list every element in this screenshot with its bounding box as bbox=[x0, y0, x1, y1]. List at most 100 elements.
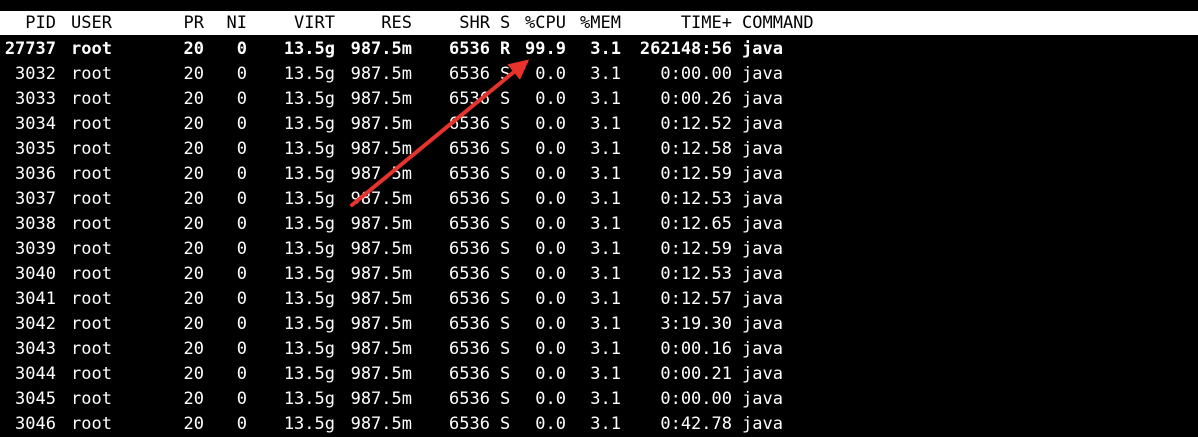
process-pid: 3041 bbox=[15, 289, 56, 309]
process-user: root bbox=[71, 164, 112, 184]
process-row[interactable]: 3035 root 20 0 13.5g 987.5m 6536 S 0.0 3.1 0:12.58… bbox=[0, 137, 1198, 162]
process-s: S bbox=[500, 189, 511, 209]
process-s: S bbox=[500, 239, 511, 259]
process-pid: 3034 bbox=[15, 114, 56, 134]
process-shr: 6536 bbox=[449, 389, 490, 409]
process-time: 0:12.53 bbox=[660, 264, 732, 284]
process-pr: 20 bbox=[183, 414, 204, 434]
process-shr: 6536 bbox=[449, 239, 490, 259]
process-cpu: 0.0 bbox=[535, 239, 566, 259]
process-command: java bbox=[742, 264, 783, 284]
header-pid[interactable]: PID bbox=[0, 11, 56, 35]
process-pid: 3037 bbox=[15, 189, 56, 209]
header-res[interactable]: RES bbox=[343, 11, 412, 35]
process-mem: 3.1 bbox=[590, 39, 621, 59]
process-shr: 6536 bbox=[449, 164, 490, 184]
header-command[interactable]: COMMAND bbox=[742, 11, 832, 35]
process-row[interactable]: 3044 root 20 0 13.5g 987.5m 6536 S 0.0 3.1 0:00.21… bbox=[0, 362, 1198, 387]
process-time: 0:00.16 bbox=[660, 339, 732, 359]
process-user: root bbox=[71, 314, 112, 334]
process-mem: 3.1 bbox=[590, 89, 621, 109]
process-command: java bbox=[742, 389, 783, 409]
process-command: java bbox=[742, 214, 783, 234]
process-row[interactable]: 3036 root 20 0 13.5g 987.5m 6536 S 0.0 3.1 0:12.59… bbox=[0, 162, 1198, 187]
process-ni: 0 bbox=[236, 339, 247, 359]
process-time: 262148:56 bbox=[639, 39, 732, 59]
process-s: S bbox=[500, 139, 511, 159]
process-mem: 3.1 bbox=[590, 289, 621, 309]
process-user: root bbox=[71, 339, 112, 359]
process-s: S bbox=[500, 164, 511, 184]
process-row[interactable]: 3041 root 20 0 13.5g 987.5m 6536 S 0.0 3.1 0:12.57… bbox=[0, 287, 1198, 312]
process-pid: 3032 bbox=[15, 64, 56, 84]
process-time: 0:12.58 bbox=[660, 139, 732, 159]
process-row[interactable]: 3039 root 20 0 13.5g 987.5m 6536 S 0.0 3.1 0:12.59… bbox=[0, 237, 1198, 262]
process-row[interactable]: 3046 root 20 0 13.5g 987.5m 6536 S 0.0 3.1 0:42.78… bbox=[0, 412, 1198, 437]
process-virt: 13.5g bbox=[283, 214, 335, 234]
header-time[interactable]: TIME+ bbox=[632, 11, 732, 35]
process-user: root bbox=[71, 289, 112, 309]
process-time: 0:00.00 bbox=[660, 389, 732, 409]
header-ni[interactable]: NI bbox=[220, 11, 247, 35]
process-row[interactable]: 3043 root 20 0 13.5g 987.5m 6536 S 0.0 3.1 0:00.16… bbox=[0, 337, 1198, 362]
process-shr: 6536 bbox=[449, 89, 490, 109]
process-virt: 13.5g bbox=[283, 89, 335, 109]
process-pr: 20 bbox=[183, 189, 204, 209]
process-command: java bbox=[742, 314, 783, 334]
process-row[interactable]: 3037 root 20 0 13.5g 987.5m 6536 S 0.0 3.1 0:12.53… bbox=[0, 187, 1198, 212]
process-res: 987.5m bbox=[350, 389, 412, 409]
process-mem: 3.1 bbox=[590, 264, 621, 284]
process-pr: 20 bbox=[183, 214, 204, 234]
process-res: 987.5m bbox=[350, 239, 412, 259]
process-row[interactable]: 3033 root 20 0 13.5g 987.5m 6536 S 0.0 3.1 0:00.26… bbox=[0, 87, 1198, 112]
header-cpu[interactable]: %CPU bbox=[516, 11, 566, 35]
process-pr: 20 bbox=[183, 339, 204, 359]
process-row[interactable]: 3032 root 20 0 13.5g 987.5m 6536 S 0.0 3.1 0:00.00… bbox=[0, 62, 1198, 87]
process-command: java bbox=[742, 339, 783, 359]
header-user[interactable]: USER bbox=[71, 11, 131, 35]
process-row[interactable]: 3042 root 20 0 13.5g 987.5m 6536 S 0.0 3.1 3:19.30… bbox=[0, 312, 1198, 337]
process-cpu: 0.0 bbox=[535, 164, 566, 184]
process-cpu: 0.0 bbox=[535, 314, 566, 334]
process-row[interactable]: 3034 root 20 0 13.5g 987.5m 6536 S 0.0 3.1 0:12.52… bbox=[0, 112, 1198, 137]
process-res: 987.5m bbox=[350, 414, 412, 434]
process-mem: 3.1 bbox=[590, 389, 621, 409]
process-pr: 20 bbox=[183, 114, 204, 134]
process-pr: 20 bbox=[183, 264, 204, 284]
process-mem: 3.1 bbox=[590, 239, 621, 259]
process-pid: 3033 bbox=[15, 89, 56, 109]
terminal-window: PID USER PR NI VIRT RES SHR S %CPU %MEM … bbox=[0, 0, 1198, 434]
process-pr: 20 bbox=[183, 39, 204, 59]
process-row[interactable]: 3038 root 20 0 13.5g 987.5m 6536 S 0.0 3.1 0:12.65… bbox=[0, 212, 1198, 237]
process-pid: 3045 bbox=[15, 389, 56, 409]
process-mem: 3.1 bbox=[590, 314, 621, 334]
process-pid: 3042 bbox=[15, 314, 56, 334]
process-mem: 3.1 bbox=[590, 189, 621, 209]
process-res: 987.5m bbox=[350, 289, 412, 309]
process-res: 987.5m bbox=[350, 64, 412, 84]
process-time: 0:00.26 bbox=[660, 89, 732, 109]
process-ni: 0 bbox=[236, 239, 247, 259]
process-row[interactable]: 3040 root 20 0 13.5g 987.5m 6536 S 0.0 3.1 0:12.53… bbox=[0, 262, 1198, 287]
process-pid: 3040 bbox=[15, 264, 56, 284]
process-ni: 0 bbox=[236, 114, 247, 134]
process-cpu: 0.0 bbox=[535, 414, 566, 434]
process-row[interactable]: 3045 root 20 0 13.5g 987.5m 6536 S 0.0 3.1 0:00.00… bbox=[0, 387, 1198, 412]
process-row[interactable]: 27737 root 20 0 13.5g 987.5m 6536 R 99.9 3.1 26214… bbox=[0, 37, 1198, 62]
process-ni: 0 bbox=[236, 264, 247, 284]
process-command: java bbox=[742, 64, 783, 84]
process-pid: 3043 bbox=[15, 339, 56, 359]
process-user: root bbox=[71, 389, 112, 409]
header-pr[interactable]: PR bbox=[176, 11, 204, 35]
process-s: R bbox=[500, 39, 511, 59]
process-user: root bbox=[71, 39, 112, 59]
process-mem: 3.1 bbox=[590, 64, 621, 84]
process-command: java bbox=[742, 414, 783, 434]
process-shr: 6536 bbox=[449, 289, 490, 309]
header-state[interactable]: S bbox=[500, 11, 514, 35]
process-pr: 20 bbox=[183, 389, 204, 409]
header-virt[interactable]: VIRT bbox=[260, 11, 335, 35]
header-mem[interactable]: %MEM bbox=[573, 11, 621, 35]
process-shr: 6536 bbox=[449, 114, 490, 134]
header-shr[interactable]: SHR bbox=[428, 11, 490, 35]
